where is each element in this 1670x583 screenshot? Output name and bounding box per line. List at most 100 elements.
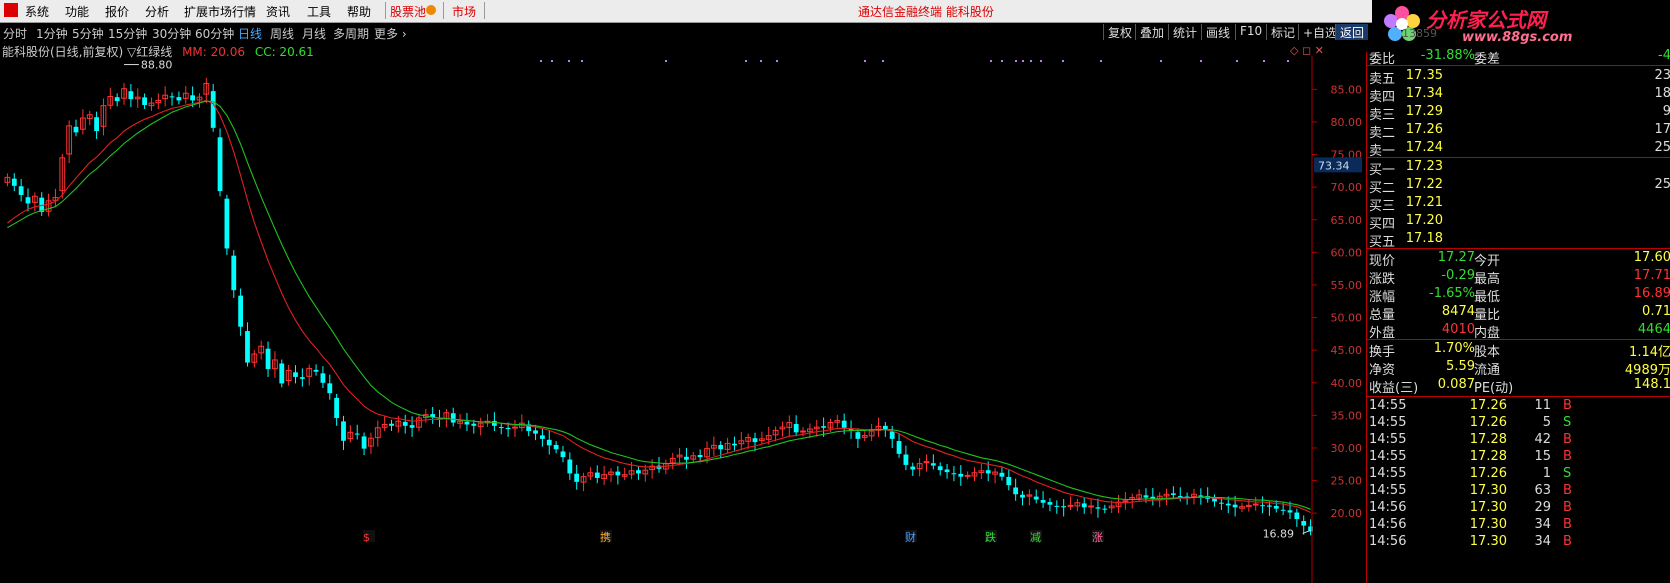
overlay-button[interactable]: 叠加 bbox=[1135, 24, 1168, 40]
candle-body bbox=[142, 97, 148, 105]
tick-direction: B bbox=[1563, 534, 1572, 549]
bid-row: 买二 17.22 25 bbox=[1367, 177, 1670, 196]
stat-row: 现价 17.27 今开 17.60 bbox=[1367, 250, 1670, 269]
candle-body bbox=[1040, 499, 1046, 503]
bid-volume: 25 bbox=[1654, 177, 1670, 192]
candle-body bbox=[176, 97, 182, 101]
stat-label: 涨幅 bbox=[1369, 290, 1396, 305]
event-marker: 涨 bbox=[1092, 531, 1103, 544]
menu-news[interactable]: 资讯 bbox=[266, 3, 290, 20]
stat-value-2: 4464 bbox=[1637, 322, 1670, 337]
signal-dot bbox=[1263, 60, 1265, 62]
divider bbox=[1367, 65, 1670, 66]
signal-dot bbox=[1200, 60, 1202, 62]
candle-body bbox=[1273, 505, 1279, 509]
period-tab-60min[interactable]: 60分钟 bbox=[195, 25, 234, 42]
menu-market[interactable]: 市场 bbox=[452, 3, 476, 20]
price-axis-label: 25.00 bbox=[1331, 475, 1363, 488]
candle-body bbox=[958, 473, 964, 477]
period-tab-weekly[interactable]: 周线 bbox=[270, 25, 294, 42]
tick-time: 14:55 bbox=[1369, 432, 1407, 447]
order-ratio-row: 委比 -31.88% 委差 -4 bbox=[1367, 48, 1670, 67]
candle-body bbox=[821, 426, 827, 428]
tick-direction: S bbox=[1563, 415, 1572, 430]
menu-analysis[interactable]: 分析 bbox=[145, 3, 169, 20]
back-button[interactable]: 返回 bbox=[1335, 24, 1369, 40]
candle-body bbox=[636, 470, 641, 474]
candle-body bbox=[1013, 487, 1019, 495]
candle-body bbox=[615, 471, 621, 476]
tick-row: 14:55 17.30 63 B bbox=[1367, 483, 1670, 500]
menu-system[interactable]: 系统 bbox=[25, 3, 49, 20]
candle-body bbox=[930, 463, 936, 466]
period-tab-multi[interactable]: 多周期 bbox=[333, 25, 369, 42]
period-tab-15min[interactable]: 15分钟 bbox=[108, 25, 147, 42]
menu-function[interactable]: 功能 bbox=[65, 3, 89, 20]
period-toolbar: 分时 1分钟 5分钟 15分钟 30分钟 60分钟 日线 周线 月线 多周期 更… bbox=[0, 23, 1369, 42]
period-tab-30min[interactable]: 30分钟 bbox=[152, 25, 191, 42]
draw-line-button[interactable]: 画线 bbox=[1201, 24, 1234, 40]
menu-help[interactable]: 帮助 bbox=[347, 3, 371, 20]
fund-label: 换手 bbox=[1369, 345, 1396, 360]
menu-divider bbox=[443, 2, 444, 19]
high-price-label: 88.80 bbox=[141, 59, 173, 72]
ask-volume: 23 bbox=[1654, 68, 1670, 83]
candle-body bbox=[299, 377, 305, 379]
tick-price: 17.28 bbox=[1469, 432, 1507, 447]
candle-body bbox=[923, 461, 930, 464]
price-axis-label: 30.00 bbox=[1331, 442, 1363, 455]
candle-body bbox=[18, 186, 24, 195]
period-tab-5min[interactable]: 5分钟 bbox=[72, 25, 104, 42]
period-tab-intraday[interactable]: 分时 bbox=[3, 25, 27, 42]
candle-body bbox=[910, 466, 916, 470]
ask-row: 卖三 17.29 9 bbox=[1367, 104, 1670, 123]
period-tab-monthly[interactable]: 月线 bbox=[302, 25, 326, 42]
price-axis: 85.0080.0075.0070.0065.0060.0055.0050.00… bbox=[1311, 56, 1363, 583]
price-axis-label: 60.00 bbox=[1331, 246, 1363, 259]
candle-body bbox=[190, 95, 196, 101]
menu-stock-pool[interactable]: 股票池 bbox=[390, 3, 426, 20]
f10-button[interactable]: F10 bbox=[1235, 24, 1266, 40]
candle-body bbox=[169, 96, 175, 98]
tick-time: 14:55 bbox=[1369, 483, 1407, 498]
menu-quote[interactable]: 报价 bbox=[105, 3, 129, 20]
candle-body bbox=[114, 97, 120, 102]
stat-label-2: 量比 bbox=[1474, 308, 1501, 323]
tick-volume: 15 bbox=[1534, 449, 1551, 464]
stock-pool-badge-icon bbox=[426, 5, 436, 15]
candle-body bbox=[279, 363, 285, 384]
bid-label: 买四 bbox=[1369, 217, 1396, 232]
period-tab-more[interactable]: 更多 › bbox=[374, 25, 407, 42]
candle-body bbox=[560, 451, 566, 458]
adjust-button[interactable]: 复权 bbox=[1103, 24, 1136, 40]
period-tab-daily[interactable]: 日线 bbox=[238, 25, 262, 42]
signal-dot bbox=[864, 60, 866, 62]
ask-price: 17.34 bbox=[1405, 86, 1443, 101]
menu-ext-market[interactable]: 扩展市场行情 bbox=[184, 3, 256, 20]
brand-name: 分析家公式网 bbox=[1426, 8, 1546, 32]
tick-direction: B bbox=[1563, 398, 1572, 413]
candle-body bbox=[409, 425, 415, 428]
chart-annotations: 88.80 16.89 $ 携 财 跌 减 涨 bbox=[124, 59, 1311, 544]
stats-button[interactable]: 统计 bbox=[1168, 24, 1201, 40]
mark-button[interactable]: 标记 bbox=[1266, 24, 1299, 40]
period-tab-1min[interactable]: 1分钟 bbox=[36, 25, 68, 42]
kline-chart[interactable]: 85.0080.0075.0070.0065.0060.0055.0050.00… bbox=[0, 56, 1366, 583]
ask-label: 卖五 bbox=[1369, 72, 1396, 87]
candle-body bbox=[951, 473, 957, 475]
tick-row: 14:55 17.26 1 S bbox=[1367, 466, 1670, 483]
price-axis-label: 45.00 bbox=[1331, 344, 1363, 357]
candle-body bbox=[464, 421, 470, 425]
divider bbox=[1367, 157, 1670, 158]
menu-tools[interactable]: 工具 bbox=[307, 3, 331, 20]
tick-volume: 63 bbox=[1534, 483, 1551, 498]
stat-value: 4010 bbox=[1441, 322, 1475, 337]
candle-body bbox=[361, 436, 367, 449]
fund-value-2: 148.1 bbox=[1633, 377, 1670, 392]
candle-body bbox=[238, 295, 244, 327]
ask-price: 17.29 bbox=[1405, 104, 1443, 119]
signal-dot bbox=[1015, 60, 1017, 62]
candle-body bbox=[11, 178, 17, 186]
tick-time: 14:55 bbox=[1369, 466, 1407, 481]
event-marker: 减 bbox=[1030, 531, 1041, 544]
